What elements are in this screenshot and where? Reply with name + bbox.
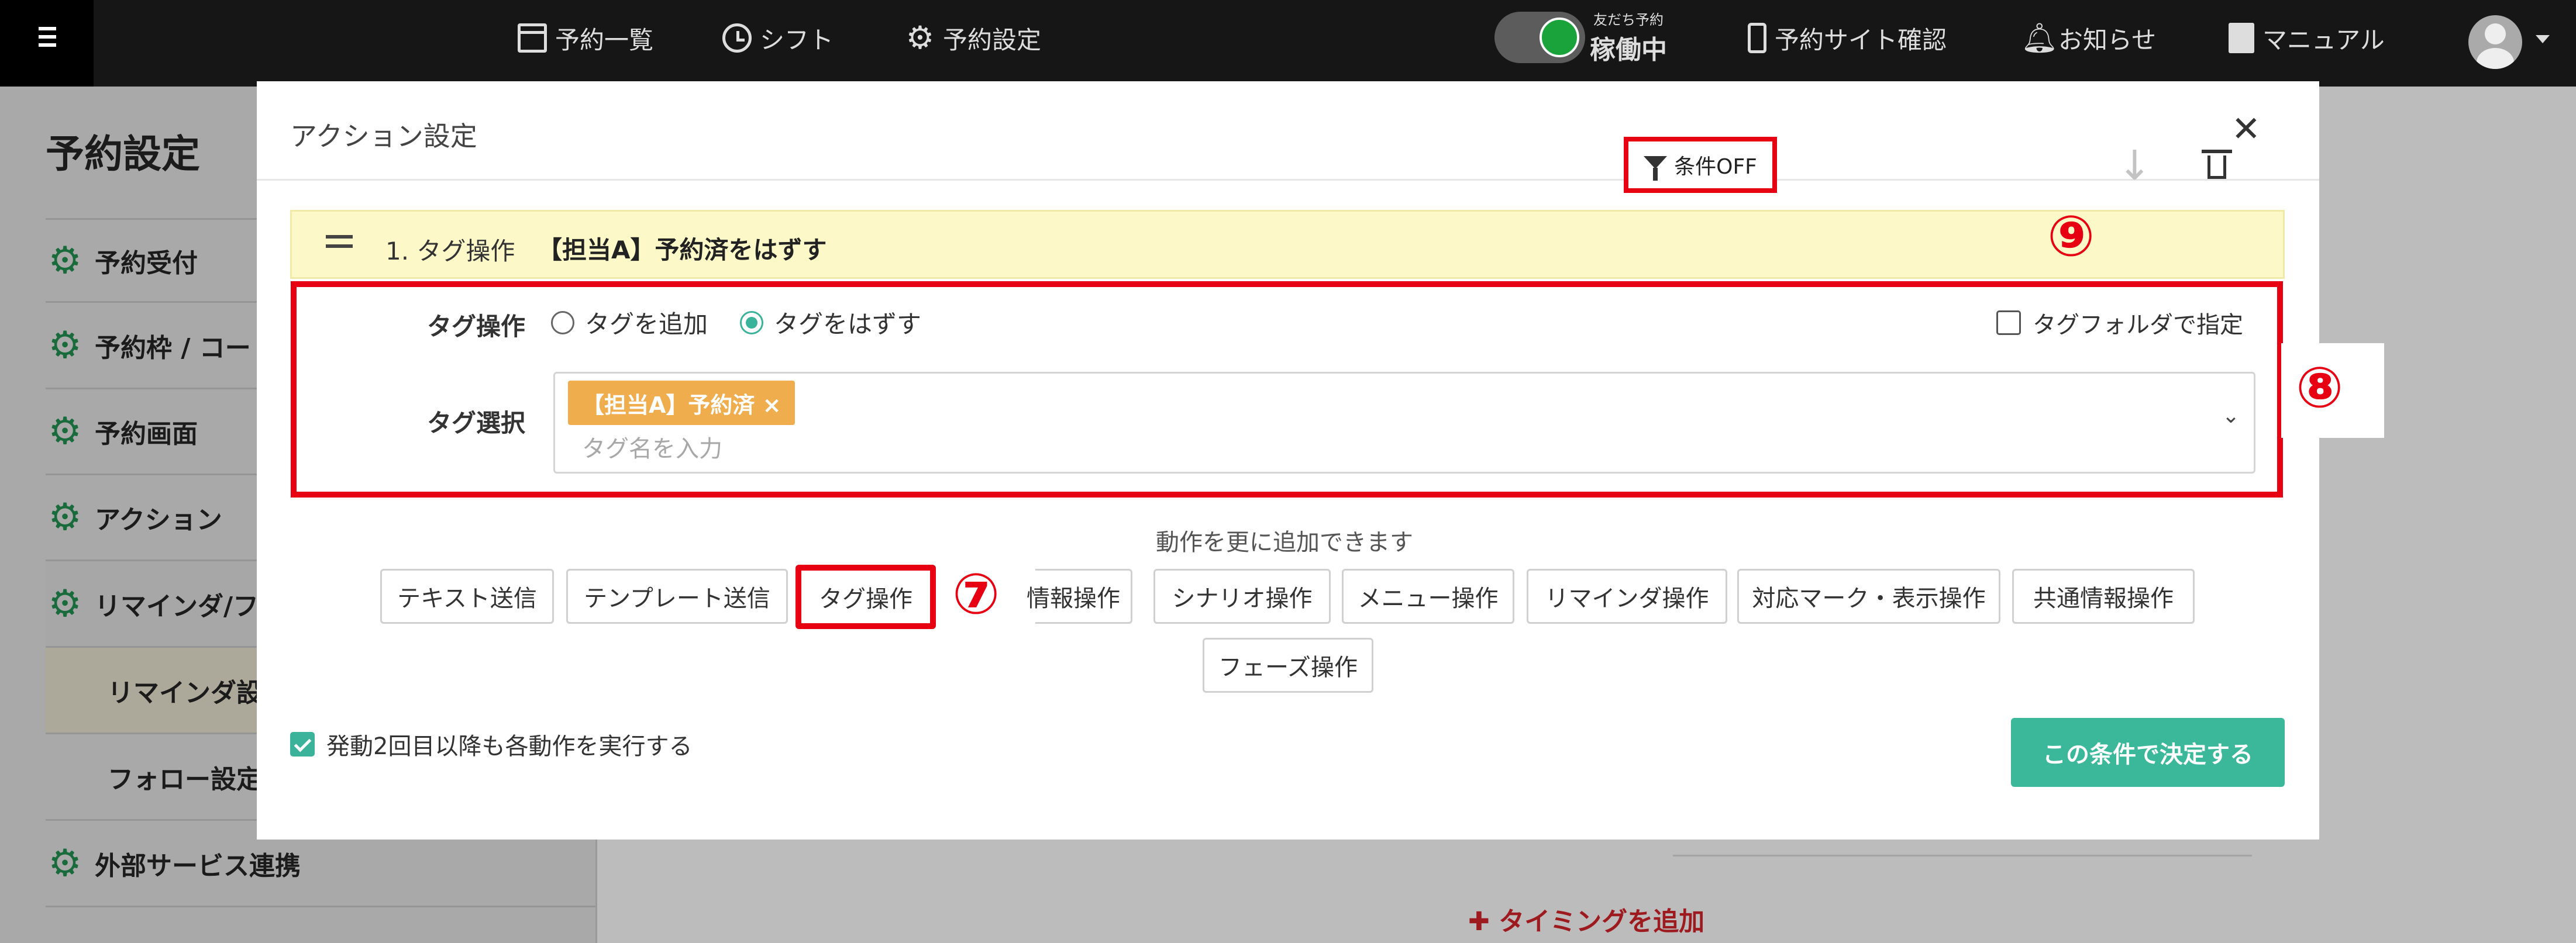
bell-icon: 🔔︎	[2021, 21, 2058, 55]
top-nav-bar: 予約一覧 シフト ⚙ 予約設定 友だち予約 稼働中 予約サイト確認 🔔︎ お知ら…	[0, 0, 2576, 87]
sidebar-item-label: リマインダ設	[108, 678, 262, 708]
gear-icon: ⚙	[48, 841, 82, 885]
add-timing-link[interactable]: ✚ タイミングを追加	[1468, 900, 1704, 938]
sidebar-item-label: リマインダ/フ	[95, 591, 259, 621]
user-avatar[interactable]	[2468, 15, 2522, 69]
op-menu-operation-button[interactable]: メニュー操作	[1342, 569, 1514, 624]
op-template-send-button[interactable]: テンプレート送信	[566, 569, 788, 624]
op-reminder-operation-button[interactable]: リマインダ操作	[1527, 569, 1727, 624]
toggle-knob	[1540, 18, 1579, 57]
divider	[1673, 855, 2252, 856]
nav-label: 予約一覧	[555, 25, 654, 54]
nav-label: お知らせ	[2058, 25, 2157, 54]
condition-toggle-button[interactable]: 条件OFF	[1624, 137, 1777, 193]
action-name: 【担当A】予約済をはずす	[538, 236, 827, 264]
action-number-label: 1. タグ操作	[385, 237, 515, 265]
nav-notifications[interactable]: 🔔︎ お知らせ	[2021, 18, 2156, 58]
nav-label: 予約サイト確認	[1775, 25, 1947, 54]
op-scenario-operation-button[interactable]: シナリオ操作	[1153, 569, 1331, 624]
annotation-eight: ⑧	[2296, 355, 2344, 420]
gear-icon: ⚙	[48, 410, 82, 453]
toggle-status-label: 友だち予約 稼働中	[1590, 8, 1667, 66]
sidebar-item-label: フォロー設定	[108, 764, 262, 795]
page-title: 予約設定	[46, 132, 200, 177]
nav-reservation-settings[interactable]: ⚙ 予約設定	[905, 18, 1041, 58]
repeat-actions-checkbox[interactable]: 発動2回目以降も各動作を実行する	[290, 727, 692, 761]
chevron-down-icon[interactable]	[2536, 35, 2550, 43]
sidebar-item-label: 予約枠 / コー	[95, 333, 251, 363]
highlight-box-tag-settings	[291, 281, 2283, 498]
move-down-arrow-icon[interactable]: ↓	[2117, 145, 2152, 186]
toggle-caption: 友だち予約	[1593, 12, 1664, 28]
op-common-info-operation-button[interactable]: 共通情報操作	[2012, 569, 2195, 624]
checkbox-indicator	[290, 732, 315, 757]
gear-icon: ⚙	[48, 496, 82, 539]
nav-label: マニュアル	[2262, 25, 2385, 54]
nav-shift[interactable]: シフト	[722, 18, 834, 58]
op-mark-display-operation-button[interactable]: 対応マーク・表示操作	[1737, 569, 2000, 624]
close-icon[interactable]: ✕	[2231, 112, 2261, 147]
sidebar-item-label: 予約画面	[95, 419, 198, 449]
clock-icon	[722, 23, 752, 53]
condition-label: 条件OFF	[1674, 155, 1757, 179]
gear-icon: ⚙	[48, 582, 82, 626]
smartphone-icon	[1748, 23, 1766, 53]
nav-label: 予約設定	[943, 25, 1042, 54]
filter-icon	[1644, 156, 1668, 181]
sidebar-item-label: 予約受付	[95, 248, 198, 278]
nav-reservation-list[interactable]: 予約一覧	[518, 18, 653, 58]
gear-icon: ⚙	[48, 323, 82, 367]
modal-title: アクション設定	[290, 120, 477, 152]
gear-icon: ⚙	[48, 239, 82, 282]
nav-manual[interactable]: マニュアル	[2229, 18, 2385, 58]
op-info-operation-button[interactable]: 情報操作	[1027, 569, 1132, 624]
sidebar-item-label: アクション	[95, 505, 222, 535]
op-tag-operation-button[interactable]: タグ操作	[795, 565, 936, 629]
trash-icon[interactable]	[2202, 150, 2232, 179]
drag-handle-icon[interactable]	[326, 235, 353, 254]
op-phase-operation-button[interactable]: フェーズ操作	[1203, 638, 1373, 693]
book-icon	[2229, 23, 2254, 53]
annotation-nine: ⑨	[2047, 203, 2095, 269]
confirm-condition-button[interactable]: この条件で決定する	[2011, 718, 2285, 787]
more-actions-hint: 動作を更に追加できます	[1156, 529, 1413, 556]
calendar-icon	[518, 23, 547, 53]
op-text-send-button[interactable]: テキスト送信	[380, 569, 554, 624]
hamburger-menu-icon[interactable]	[0, 0, 94, 87]
gear-icon: ⚙	[905, 19, 935, 56]
modal-header: アクション設定 ✕	[257, 81, 2319, 181]
toggle-status: 稼働中	[1590, 35, 1667, 65]
friend-reservation-toggle[interactable]	[1494, 12, 1585, 63]
nav-label: シフト	[760, 25, 834, 54]
action-item-header: 1. タグ操作 【担当A】予約済をはずす	[290, 210, 2285, 279]
nav-booking-site-check[interactable]: 予約サイト確認	[1748, 18, 1947, 58]
sidebar-item-label: 外部サービス連携	[95, 851, 301, 881]
annotation-seven: ⑦	[952, 561, 1000, 627]
checkbox-label: 発動2回目以降も各動作を実行する	[326, 733, 693, 760]
